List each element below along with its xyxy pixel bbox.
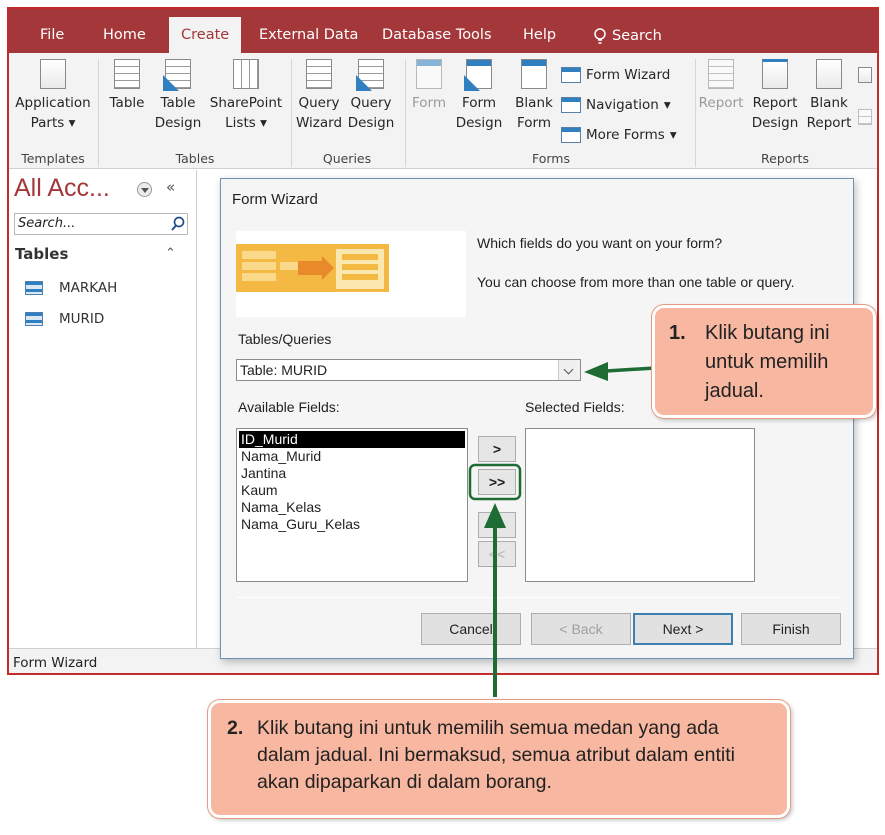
arrow-head-select bbox=[584, 362, 608, 381]
arrow-to-select bbox=[605, 366, 656, 373]
add-all-highlight bbox=[468, 463, 522, 501]
callout-select-all-fields: 2. Klik butang ini untuk memilih semua m… bbox=[208, 700, 790, 818]
callout-number: 1. bbox=[669, 322, 686, 344]
callout-number: 2. bbox=[227, 717, 244, 739]
callout-select-table: 1. Klik butang ini untuk memilih jadual. bbox=[652, 305, 876, 418]
callout-text: Klik butang ini untuk memilih semua meda… bbox=[257, 717, 735, 793]
callout-text: Klik butang ini untuk memilih jadual. bbox=[705, 322, 830, 402]
arrow-head-add-all bbox=[484, 503, 506, 528]
